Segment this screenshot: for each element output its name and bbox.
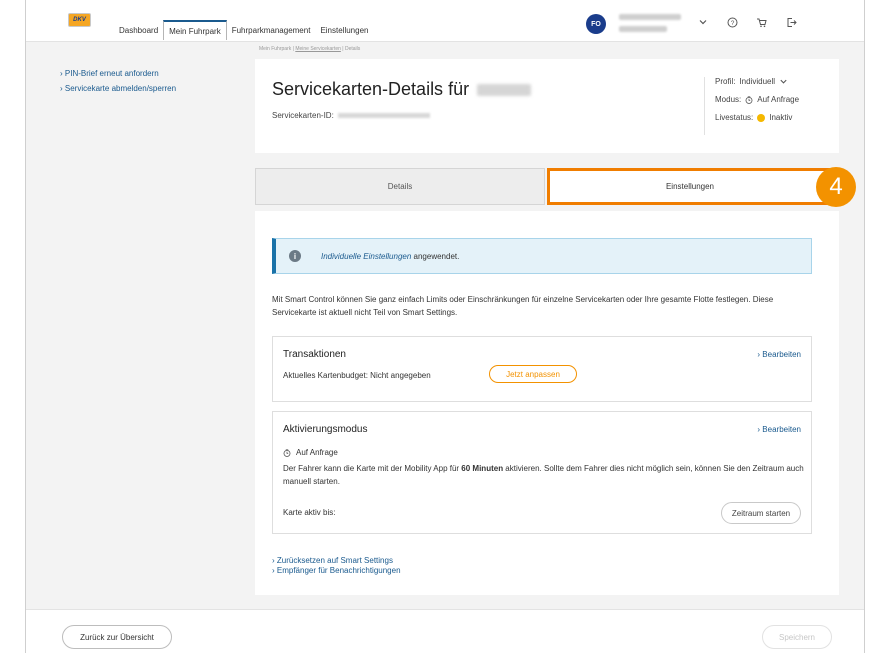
logout-icon[interactable] [786, 17, 797, 31]
cart-icon[interactable] [756, 17, 767, 31]
sidebar-item-pin-brief[interactable]: › PIN-Brief erneut anfordern [60, 69, 176, 78]
svg-text:?: ? [731, 20, 735, 27]
transactions-title: Transaktionen [283, 349, 346, 360]
intro-text: Mit Smart Control können Sie ganz einfac… [272, 295, 774, 317]
clock-icon [283, 448, 291, 457]
account-name-redacted [619, 14, 681, 20]
start-period-button[interactable]: Zeitraum starten [721, 502, 801, 524]
top-header: DKV Dashboard Mein Fuhrpark Fuhrparkmana… [26, 0, 864, 42]
transactions-section: Transaktionen › Bearbeiten Aktuelles Kar… [272, 336, 812, 402]
sidebar: › PIN-Brief erneut anfordern › Serviceka… [60, 69, 176, 99]
activation-description: Der Fahrer kann die Karte mit der Mobili… [283, 462, 808, 488]
title-card: Servicekarten-Details für Servicekarten-… [255, 59, 839, 153]
footer-bar: Zurück zur Übersicht Speichern [26, 609, 864, 653]
clock-icon [745, 95, 753, 104]
bottom-links: › Zurücksetzen auf Smart Settings › Empf… [272, 556, 401, 576]
breadcrumb-servicekarten[interactable]: Meine Servicekarten [295, 46, 341, 52]
activation-mode: Auf Anfrage [283, 448, 338, 457]
active-until-label: Karte aktiv bis: [283, 508, 336, 517]
breadcrumb-current: Details [344, 46, 361, 52]
info-link[interactable]: Individuelle Einstellungen [321, 252, 411, 261]
live-status-row: Livestatus: Inaktiv [715, 113, 799, 122]
settings-panel: i Individuelle Einstellungen angewendet.… [255, 211, 839, 595]
reset-smart-settings-link[interactable]: › Zurücksetzen auf Smart Settings [272, 556, 401, 566]
activation-title: Aktivierungsmodus [283, 424, 368, 435]
dkv-logo[interactable]: DKV [68, 13, 91, 27]
live-status-label: Livestatus: [715, 113, 754, 122]
avatar[interactable]: FO [586, 14, 606, 34]
info-icon: i [289, 250, 301, 262]
breadcrumb: Mein Fuhrpark | Meine Servicekarten | De… [259, 46, 361, 52]
mode-label: Modus: [715, 95, 742, 104]
main-nav: Dashboard Mein Fuhrpark Fuhrparkmanageme… [114, 20, 373, 40]
notification-recipients-link[interactable]: › Empfänger für Benachrichtigungen [272, 566, 401, 576]
sidebar-item-abmelden[interactable]: › Servicekarte abmelden/sperren [60, 84, 176, 93]
card-id-redacted [337, 113, 430, 119]
page-title-text: Servicekarten-Details für [272, 79, 470, 99]
budget-text: Aktuelles Kartenbudget: Nicht angegeben [283, 371, 431, 380]
back-to-overview-button[interactable]: Zurück zur Übersicht [62, 625, 172, 649]
chevron-down-icon [780, 79, 787, 84]
card-id: Servicekarten-ID: [272, 111, 430, 120]
card-id-label: Servicekarten-ID: [272, 111, 334, 120]
nav-einstellungen[interactable]: Einstellungen [315, 22, 373, 40]
chevron-down-icon[interactable] [698, 17, 708, 30]
card-number-redacted [477, 84, 532, 97]
info-banner: i Individuelle Einstellungen angewendet. [272, 238, 812, 274]
transactions-edit-link[interactable]: › Bearbeiten [757, 350, 801, 359]
mode-row: Modus: Auf Anfrage [715, 95, 799, 104]
activation-desc-before: Der Fahrer kann die Karte mit der Mobili… [283, 464, 462, 473]
adjust-budget-button[interactable]: Jetzt anpassen [489, 365, 577, 383]
nav-mein-fuhrpark[interactable]: Mein Fuhrpark [163, 20, 227, 40]
profile-value: Individuell [739, 77, 776, 86]
nav-dashboard[interactable]: Dashboard [114, 22, 163, 40]
activation-mode-value: Auf Anfrage [296, 448, 338, 457]
help-icon[interactable]: ? [727, 17, 738, 31]
save-button[interactable]: Speichern [762, 625, 832, 649]
step-number-badge: 4 [816, 167, 856, 207]
profile-label: Profil: [715, 77, 736, 86]
activation-desc-bold: 60 Minuten [461, 464, 504, 473]
live-status-value: Inaktiv [769, 113, 793, 122]
activation-section: Aktivierungsmodus › Bearbeiten Auf Anfra… [272, 411, 812, 534]
mode-value: Auf Anfrage [757, 95, 800, 104]
page-title: Servicekarten-Details für [272, 79, 532, 100]
status-dot-icon [757, 113, 766, 122]
info-text: Individuelle Einstellungen angewendet. [321, 252, 459, 261]
tab-details[interactable]: Details [255, 168, 545, 205]
profile-row[interactable]: Profil: Individuell [715, 77, 799, 86]
app-frame: DKV Dashboard Mein Fuhrpark Fuhrparkmana… [25, 0, 865, 653]
info-suffix: angewendet. [413, 251, 460, 261]
card-meta: Profil: Individuell Modus: Auf Anfrage L… [704, 77, 799, 135]
account-number-redacted [619, 26, 667, 32]
logo-text: DKV [73, 17, 86, 23]
breadcrumb-root[interactable]: Mein Fuhrpark [259, 46, 291, 52]
nav-fuhrparkmanagement[interactable]: Fuhrparkmanagement [227, 22, 316, 40]
activation-edit-link[interactable]: › Bearbeiten [757, 425, 801, 434]
tab-einstellungen[interactable]: Einstellungen [547, 168, 833, 205]
